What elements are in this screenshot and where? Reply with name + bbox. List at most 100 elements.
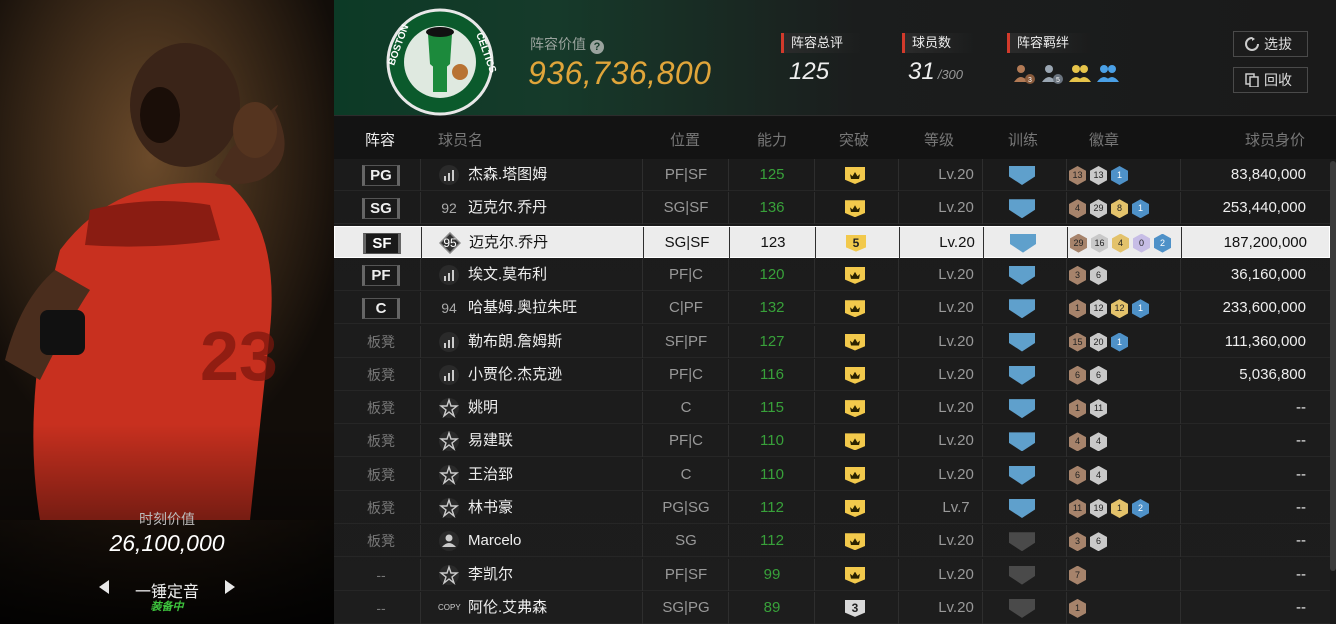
lineup-slot[interactable]: 板凳 [362, 425, 400, 457]
player-name[interactable]: 小贾伦.杰克逊 [468, 359, 562, 391]
player-name[interactable]: 易建联 [468, 425, 513, 457]
lineup-slot[interactable]: PF [362, 264, 400, 286]
player-name[interactable]: 迈克尔.乔丹 [468, 192, 547, 224]
lineup-slot[interactable]: 板凳 [362, 392, 400, 424]
badge-icon: 1 [1069, 299, 1086, 319]
player-value: 187,200,000 [1223, 233, 1307, 251]
star-badge-icon [438, 497, 460, 519]
badge-icon: 4 [1069, 199, 1086, 219]
header-badges[interactable]: 徽章 [1089, 129, 1119, 150]
lineup-slot[interactable]: -- [362, 559, 400, 591]
bond-silver-icon[interactable]: 5 [1040, 62, 1064, 86]
lineup-slot[interactable]: 板凳 [362, 492, 400, 524]
lineup-slot[interactable]: SG [362, 198, 400, 220]
header-position[interactable]: 位置 [670, 129, 700, 150]
crown-icon[interactable] [845, 466, 865, 484]
player-name[interactable]: 迈克尔.乔丹 [469, 227, 548, 259]
table-row[interactable]: -- COPY 阿伦.艾弗森 SG|PG 89 3 Lv.20 1 -- [334, 591, 1330, 624]
lineup-slot[interactable]: 板凳 [362, 326, 400, 358]
header-breakthrough[interactable]: 突破 [839, 129, 869, 150]
table-row[interactable]: 板凳 勒布朗.詹姆斯 SF|PF 127 Lv.20 15 20 1 111,360,000 [334, 325, 1330, 358]
player-name[interactable]: Marcelo [468, 525, 521, 557]
lineup-slot[interactable]: 板凳 [362, 459, 400, 491]
crown-icon[interactable] [845, 300, 865, 318]
crown-icon[interactable] [845, 500, 865, 517]
player-ability: 115 [760, 399, 784, 417]
star-badge-icon [438, 397, 460, 419]
bond-gold-icon[interactable] [1068, 62, 1092, 86]
player-name[interactable]: 姚明 [468, 392, 498, 424]
crown-icon[interactable] [845, 566, 865, 584]
select-button[interactable]: 选拔 [1233, 31, 1308, 57]
column-divider [1066, 591, 1067, 624]
crown-icon[interactable] [845, 533, 865, 551]
header-value[interactable]: 球员身价 [1245, 129, 1305, 150]
table-row[interactable]: 板凳 小贾伦.杰克逊 PF|C 116 Lv.20 6 6 5,036,800 [334, 358, 1330, 391]
scrollbar[interactable] [1330, 159, 1336, 624]
table-row[interactable]: 板凳 Marcelo SG 112 Lv.20 3 6 -- [334, 525, 1330, 558]
table-row[interactable]: -- 李凯尔 PF|SF 99 Lv.20 7 -- [334, 558, 1330, 591]
badge-icon: 1 [1111, 332, 1128, 352]
header-lineup[interactable]: 阵容 [365, 129, 395, 150]
player-name[interactable]: 王治郅 [468, 459, 513, 491]
lineup-slot[interactable]: C [362, 298, 400, 320]
table-row[interactable]: SF 95 迈克尔.乔丹 SG|SF 123 5 Lv.20 29 16 4 0 2 187,200,0… [334, 225, 1330, 259]
player-name[interactable]: 林书豪 [468, 492, 513, 524]
copy-pages-icon [1245, 73, 1259, 87]
player-value: -- [1296, 598, 1306, 616]
help-icon[interactable]: ? [590, 40, 604, 54]
lineup-slot[interactable]: SF [363, 232, 401, 254]
crown-icon[interactable] [845, 200, 865, 218]
breakthrough-badge[interactable]: 3 [845, 599, 865, 617]
player-name[interactable]: 勒布朗.詹姆斯 [468, 326, 562, 358]
crown-icon[interactable] [845, 433, 865, 451]
breakthrough-badge[interactable]: 5 [846, 234, 866, 252]
player-name[interactable]: 杰森.塔图姆 [468, 159, 547, 191]
next-skill-arrow-icon[interactable] [225, 580, 235, 594]
header-name[interactable]: 球员名 [438, 129, 483, 150]
crown-icon[interactable] [845, 400, 865, 418]
player-position: SF|PF [664, 332, 708, 350]
lineup-slot[interactable]: 板凳 [362, 359, 400, 391]
player-value: -- [1296, 532, 1306, 550]
bond-bronze-icon[interactable]: 3 [1012, 62, 1036, 86]
table-row[interactable]: C 94 哈基姆.奥拉朱旺 C|PF 132 Lv.20 1 12 12 1 233,600,000 [334, 292, 1330, 325]
badge-icon: 0 [1133, 233, 1150, 253]
badge-icon: 2 [1154, 233, 1171, 253]
table-row[interactable]: 板凳 姚明 C 115 Lv.20 1 11 -- [334, 392, 1330, 425]
recycle-button[interactable]: 回收 [1233, 67, 1308, 93]
table-row[interactable]: 板凳 易建联 PF|C 110 Lv.20 4 4 -- [334, 425, 1330, 458]
column-divider [1066, 192, 1067, 225]
header-training[interactable]: 训练 [1008, 129, 1038, 150]
crown-icon[interactable] [845, 167, 865, 184]
crown-icon[interactable] [845, 333, 865, 351]
column-divider [1180, 558, 1181, 591]
player-name[interactable]: 埃文.莫布利 [468, 259, 547, 291]
crown-icon[interactable] [845, 266, 865, 284]
lineup-slot[interactable]: 板凳 [362, 525, 400, 557]
bond-icons: 3 5 [1012, 62, 1132, 86]
moment-value: 26,100,000 [109, 530, 225, 556]
lineup-slot[interactable]: -- [362, 592, 400, 624]
column-divider [421, 226, 422, 259]
column-divider [982, 325, 983, 358]
table-row[interactable]: 板凳 林书豪 PG|SG 112 Lv.7 11 19 1 2 -- [334, 492, 1330, 524]
scrollbar-thumb[interactable] [1330, 161, 1336, 571]
crown-icon[interactable] [845, 366, 865, 384]
badge-icon: 8 [1111, 199, 1128, 219]
column-divider [982, 525, 983, 558]
column-divider [1066, 159, 1067, 191]
table-row[interactable]: PF 埃文.莫布利 PF|C 120 Lv.20 3 6 36,160,000 [334, 258, 1330, 291]
table-row[interactable]: SG 92 迈克尔.乔丹 SG|SF 136 Lv.20 4 29 8 1 253,440,000 [334, 192, 1330, 225]
table-row[interactable]: PG 杰森.塔图姆 PF|SF 125 Lv.20 13 13 1 83,840,000 [334, 159, 1330, 191]
player-name[interactable]: 李凯尔 [468, 559, 513, 591]
player-ability: 112 [760, 499, 784, 516]
badge-icon: 3 [1069, 265, 1086, 285]
header-level[interactable]: 等级 [924, 129, 954, 150]
header-ability[interactable]: 能力 [757, 129, 787, 150]
lineup-slot[interactable]: PG [362, 165, 400, 186]
player-name[interactable]: 哈基姆.奥拉朱旺 [468, 292, 577, 324]
table-row[interactable]: 板凳 王治郅 C 110 Lv.20 6 4 -- [334, 458, 1330, 491]
bond-blue-icon[interactable] [1096, 62, 1120, 86]
player-name[interactable]: 阿伦.艾弗森 [468, 592, 547, 624]
